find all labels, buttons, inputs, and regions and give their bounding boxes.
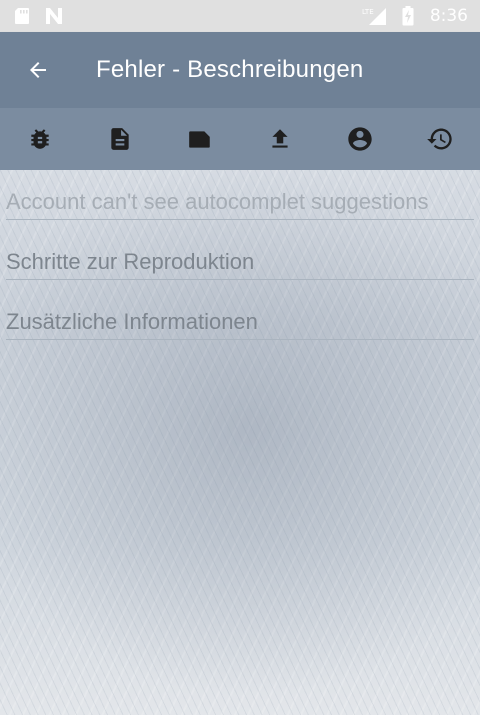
tab-bug[interactable]	[10, 113, 70, 165]
status-time: 8:36	[429, 6, 468, 26]
history-icon	[426, 125, 454, 153]
document-icon	[107, 126, 133, 152]
status-bar: LTE 8:36	[0, 0, 480, 32]
account-circle-icon	[346, 125, 374, 153]
status-bar-right: LTE 8:36	[362, 6, 468, 26]
upload-icon	[267, 126, 293, 152]
page-title: Fehler - Beschreibungen	[96, 56, 364, 83]
tab-bar	[0, 108, 480, 170]
battery-charging-icon	[402, 6, 414, 26]
bug-description-form	[6, 170, 474, 340]
summary-input[interactable]	[6, 189, 474, 215]
steps-field-container	[6, 220, 474, 280]
lte-signal-icon: LTE	[362, 6, 388, 26]
sd-card-icon	[14, 7, 30, 25]
back-button[interactable]	[14, 46, 62, 94]
status-bar-left	[14, 7, 64, 25]
n-notification-icon	[44, 7, 64, 25]
summary-field-container	[6, 170, 474, 220]
network-label: LTE	[362, 8, 374, 16]
bug-icon	[27, 126, 53, 152]
tab-account[interactable]	[330, 113, 390, 165]
tab-upload[interactable]	[250, 113, 310, 165]
tab-card[interactable]	[170, 113, 230, 165]
tab-history[interactable]	[410, 113, 470, 165]
additional-info-field-container	[6, 280, 474, 340]
arrow-back-icon	[26, 58, 50, 82]
steps-to-reproduce-input[interactable]	[6, 249, 474, 275]
app-bar: Fehler - Beschreibungen	[0, 32, 480, 108]
tab-document[interactable]	[90, 113, 150, 165]
folded-card-icon	[186, 126, 214, 152]
additional-info-input[interactable]	[6, 309, 474, 335]
